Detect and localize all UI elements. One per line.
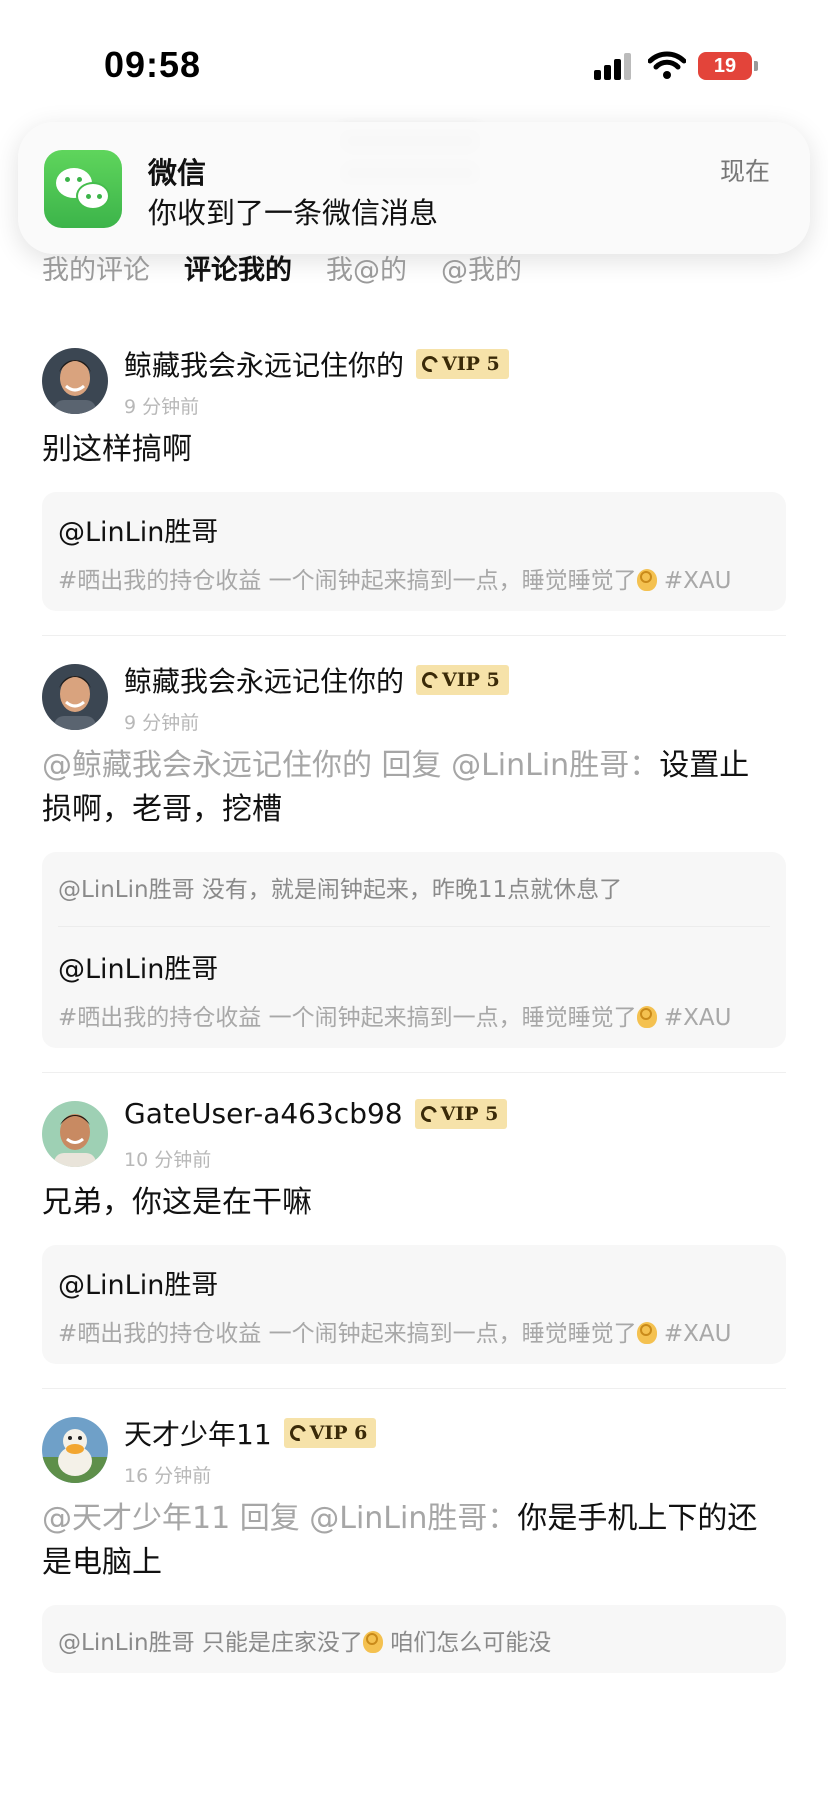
quoted-reply[interactable]: @LinLin胜哥 只能是庄家没了 咱们怎么可能没 [58, 1623, 770, 1657]
tab-mentions-me[interactable]: @我的 [441, 248, 522, 288]
quoted-post[interactable]: @LinLin胜哥 只能是庄家没了 咱们怎么可能没 [42, 1605, 786, 1673]
gate-logo-icon [286, 1422, 309, 1444]
wifi-icon [647, 50, 687, 80]
tab-comments-on-me[interactable]: 评论我的 [184, 248, 292, 288]
gate-logo-icon [419, 353, 441, 375]
comment-item[interactable]: 鲸藏我会永远记住你的 VIP 5 9 分钟前 @鲸藏我会永远记住你的 回复 @L… [0, 636, 828, 1048]
ok-hand-icon [636, 1006, 657, 1028]
gate-logo-icon [417, 1102, 440, 1125]
avatar[interactable] [42, 664, 108, 730]
vip-badge: VIP 5 [416, 349, 509, 379]
quoted-post-author[interactable]: @LinLin胜哥 [58, 947, 770, 986]
comment-content: @鲸藏我会永远记住你的 回复 @LinLin胜哥：设置止损啊，老哥，挖槽 [42, 748, 750, 827]
vip-badge: VIP 5 [416, 665, 509, 695]
quoted-post-text: #晒出我的持仓收益 一个闹钟起来搞到一点，睡觉睡觉了 #XAU [58, 1005, 732, 1031]
tab-i-mentioned[interactable]: 我@的 [326, 248, 407, 288]
quoted-post[interactable]: @LinLin胜哥 #晒出我的持仓收益 一个闹钟起来搞到一点，睡觉睡觉了 #XA… [42, 1245, 786, 1364]
ok-hand-icon [636, 569, 657, 591]
quoted-post-text: #晒出我的持仓收益 一个闹钟起来搞到一点，睡觉睡觉了 #XAU [58, 568, 732, 594]
username[interactable]: GateUser-a463cb98 VIP 5 [124, 1097, 508, 1130]
avatar[interactable] [42, 1417, 108, 1483]
username[interactable]: 鲸藏我会永远记住你的 VIP 5 [124, 344, 509, 384]
quoted-post-text: #晒出我的持仓收益 一个闹钟起来搞到一点，睡觉睡觉了 #XAU [58, 1321, 732, 1347]
notification-app-name: 微信 [148, 156, 207, 190]
notification-time: 现在 [719, 157, 770, 186]
quoted-reply[interactable]: @LinLin胜哥 没有，就是闹钟起来，昨晚11点就休息了 [58, 870, 770, 927]
ok-hand-icon [362, 1631, 383, 1653]
gate-logo-icon [419, 669, 441, 691]
quoted-post[interactable]: @LinLin胜哥 没有，就是闹钟起来，昨晚11点就休息了 @LinLin胜哥 … [42, 852, 786, 1048]
comment-time: 9 分钟前 [124, 396, 200, 418]
avatar[interactable] [42, 1101, 108, 1167]
comment-feed: 鲸藏我会永远记住你的 VIP 5 9 分钟前 别这样搞啊 @LinLin胜哥 #… [0, 320, 828, 1673]
comment-tabs: 我的评论 评论我的 我@的 @我的 [42, 248, 522, 288]
ok-hand-icon [636, 1322, 657, 1344]
notification-banner[interactable]: 微信 你收到了一条微信消息 现在 [18, 122, 810, 254]
comment-item[interactable]: 天才少年11 VIP 6 16 分钟前 @天才少年11 回复 @LinLin胜哥… [0, 1389, 828, 1673]
comment-time: 10 分钟前 [124, 1149, 212, 1171]
battery-indicator: 19 [698, 52, 758, 80]
comment-content: 兄弟，你这是在干嘛 [42, 1185, 312, 1220]
quoted-post[interactable]: @LinLin胜哥 #晒出我的持仓收益 一个闹钟起来搞到一点，睡觉睡觉了 #XA… [42, 492, 786, 611]
comment-time: 9 分钟前 [124, 712, 200, 734]
quoted-post-author[interactable]: @LinLin胜哥 [58, 1263, 770, 1302]
comment-item[interactable]: 鲸藏我会永远记住你的 VIP 5 9 分钟前 别这样搞啊 @LinLin胜哥 #… [0, 320, 828, 611]
signal-bars-icon [594, 52, 634, 80]
tab-my-comments[interactable]: 我的评论 [42, 248, 150, 288]
username[interactable]: 鲸藏我会永远记住你的 VIP 5 [124, 660, 509, 700]
quoted-post-author[interactable]: @LinLin胜哥 [58, 510, 770, 549]
comment-content: @天才少年11 回复 @LinLin胜哥：你是手机上下的还是电脑上 [42, 1501, 758, 1580]
comment-item[interactable]: GateUser-a463cb98 VIP 5 10 分钟前 兄弟，你这是在干嘛… [0, 1073, 828, 1364]
wechat-icon [44, 150, 122, 228]
status-time: 09:58 [104, 44, 202, 85]
username[interactable]: 天才少年11 VIP 6 [124, 1413, 377, 1453]
notification-message: 你收到了一条微信消息 [148, 196, 439, 230]
comment-content: 别这样搞啊 [42, 432, 192, 467]
vip-badge: VIP 5 [414, 1098, 508, 1129]
status-bar: 09:58 19 [0, 0, 828, 120]
comment-time: 16 分钟前 [124, 1465, 212, 1487]
avatar[interactable] [42, 348, 108, 414]
vip-badge: VIP 6 [283, 1418, 377, 1448]
